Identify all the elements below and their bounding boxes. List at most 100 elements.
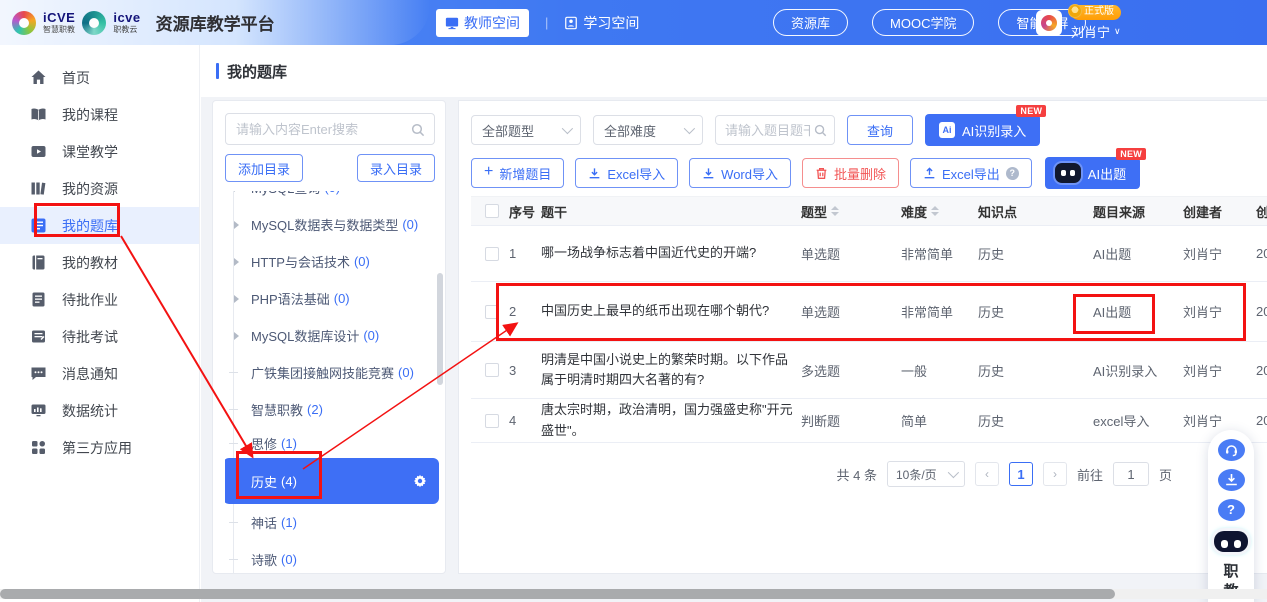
exam-icon — [30, 328, 47, 345]
username[interactable]: 刘肖宁 ∨ — [1071, 22, 1121, 41]
tree-item-mysql-query[interactable]: MySQL查询(0) — [225, 191, 439, 206]
tree-scrollbar-thumb[interactable] — [437, 273, 443, 385]
sidebar-item-my-resources[interactable]: 我的资源 — [0, 170, 199, 207]
caret-right-icon — [234, 332, 239, 340]
sidebar-item-data-statistics[interactable]: 数据统计 — [0, 392, 199, 429]
icve-zhijiaoyun-logo-icon — [82, 11, 106, 35]
sidebar-item-notifications[interactable]: 消息通知 — [0, 355, 199, 392]
library-books-icon — [30, 180, 47, 197]
horizontal-scrollbar — [0, 589, 1267, 599]
tree-dash-icon — [229, 443, 238, 444]
col-creator: 创建者 — [1183, 202, 1256, 221]
user-avatar[interactable] — [1036, 10, 1062, 36]
sidebar-item-third-party-apps[interactable]: 第三方应用 — [0, 429, 199, 466]
home-icon — [30, 69, 47, 86]
sort-icon[interactable] — [931, 206, 939, 216]
tree-item-sixiu[interactable]: 思修(1) — [225, 428, 439, 458]
customer-support-icon[interactable] — [1218, 439, 1245, 461]
new-badge: NEW — [1116, 148, 1146, 160]
row-checkbox[interactable] — [485, 363, 499, 377]
tab-learning-space[interactable]: 学习空间 — [564, 13, 639, 33]
teacher-space-icon — [445, 16, 459, 30]
sidebar-item-home[interactable]: 首页 — [0, 59, 199, 96]
nav-resource-library-button[interactable]: 资源库 — [773, 9, 848, 36]
tree-item-zhihuizhijiao[interactable]: 智慧职教(2) — [225, 391, 439, 428]
tree-dash-icon — [229, 372, 238, 373]
word-import-button[interactable]: Word导入 — [689, 158, 791, 188]
tree-item-history-selected[interactable]: 历史(4) — [225, 458, 439, 504]
title-accent-bar — [216, 63, 219, 79]
sidebar-item-my-textbooks[interactable]: 我的教材 — [0, 244, 199, 281]
help-icon[interactable]: ? — [1218, 499, 1245, 521]
sidebar-item-question-bank[interactable]: 我的题库 — [0, 207, 199, 244]
tab-teacher-space[interactable]: 教师空间 — [436, 9, 529, 37]
horizontal-scrollbar-thumb[interactable] — [0, 589, 1115, 599]
caret-right-icon — [234, 258, 239, 266]
directory-search-input[interactable] — [226, 114, 434, 144]
goto-page-input[interactable] — [1113, 462, 1149, 486]
nav-mooc-button[interactable]: MOOC学院 — [872, 9, 974, 36]
floating-dock: ? 职教 — [1208, 430, 1254, 602]
main-content: 我的题库 添加目录 录入目录 MySQL查询(0) MySQL数据表与数据类型(… — [201, 45, 1267, 602]
row-checkbox[interactable] — [485, 247, 499, 261]
page-unit-label: 页 — [1159, 465, 1172, 484]
next-page-button[interactable]: › — [1043, 462, 1067, 486]
add-question-button[interactable]: +新增题目 — [471, 158, 564, 188]
download-center-icon[interactable] — [1218, 469, 1245, 491]
tree-item-guangtie-contest[interactable]: 广铁集团接触网技能竞赛(0) — [225, 354, 439, 391]
ai-chip-icon: Ai — [939, 122, 955, 138]
row-checkbox[interactable] — [485, 414, 499, 428]
open-book-icon — [30, 106, 47, 123]
ai-recognize-entry-button[interactable]: Ai AI识别录入 NEW — [925, 114, 1040, 146]
tree-item-http-session[interactable]: HTTP与会话技术(0) — [225, 243, 439, 280]
table-row[interactable]: 1 哪一场战争标志着中国近代史的开端? 单选题 非常简单 历史 AI出题 刘肖宁… — [471, 226, 1267, 282]
select-all-checkbox[interactable] — [485, 204, 499, 218]
tree-item-mysql-tables[interactable]: MySQL数据表与数据类型(0) — [225, 206, 439, 243]
add-directory-button[interactable]: 添加目录 — [225, 154, 303, 182]
tree-item-shige[interactable]: 诗歌(0) — [225, 541, 439, 573]
question-type-select[interactable]: 全部题型 — [471, 115, 581, 145]
tree-item-shenhua[interactable]: 神话(1) — [225, 504, 439, 541]
col-created-clipped: 创 — [1256, 202, 1267, 221]
gear-icon[interactable] — [413, 474, 427, 488]
sort-icon[interactable] — [831, 206, 839, 216]
directory-panel: 添加目录 录入目录 MySQL查询(0) MySQL数据表与数据类型(0) HT… — [212, 100, 446, 574]
entry-directory-button[interactable]: 录入目录 — [357, 154, 435, 182]
prev-page-button[interactable]: ‹ — [975, 462, 999, 486]
sidebar-item-pending-homework[interactable]: 待批作业 — [0, 281, 199, 318]
sidebar-item-pending-exams[interactable]: 待批考试 — [0, 318, 199, 355]
col-difficulty[interactable]: 难度 — [901, 202, 978, 221]
download-icon — [588, 167, 601, 180]
robot-assistant-icon[interactable] — [1214, 531, 1248, 552]
col-type[interactable]: 题型 — [801, 202, 901, 221]
version-badge: 正式版 — [1071, 5, 1121, 20]
table-row[interactable]: 3 明清是中国小说史上的繁荣时期。以下作品属于明清时期四大名著的有? 多选题 一… — [471, 342, 1267, 399]
sidebar-item-my-courses[interactable]: 我的课程 — [0, 96, 199, 133]
space-tabs: 教师空间 | 学习空间 — [436, 0, 639, 45]
batch-delete-button[interactable]: 批量删除 — [802, 158, 899, 188]
page-size-select[interactable]: 10条/页 — [887, 461, 965, 487]
upload-icon — [923, 167, 936, 180]
header-user-area[interactable]: 正式版 刘肖宁 ∨ — [1036, 0, 1121, 45]
question-text: 明清是中国小说史上的繁荣时期。以下作品属于明清时期四大名著的有? — [541, 350, 801, 390]
question-list-panel: 全部题型 全部难度 查询 Ai AI识别录入 NEW +新增题目 — [458, 100, 1267, 574]
logo2-sub: 职教云 — [113, 26, 140, 34]
excel-import-button[interactable]: Excel导入 — [575, 158, 678, 188]
excel-export-button[interactable]: Excel导出 ? — [910, 158, 1032, 188]
table-row-highlighted[interactable]: 2 中国历史上最早的纸币出现在哪个朝代? 单选题 非常简单 历史 AI出题 刘肖… — [471, 282, 1267, 342]
app-window: iCVE 智慧职教 icve 职教云 资源库教学平台 教师空间 | 学习空间 资… — [0, 0, 1267, 602]
current-page-button[interactable]: 1 — [1009, 462, 1033, 486]
tree-item-php-basics[interactable]: PHP语法基础(0) — [225, 280, 439, 317]
ai-generate-button[interactable]: AI出题 NEW — [1045, 157, 1140, 189]
play-video-icon — [30, 143, 47, 160]
new-badge: NEW — [1016, 105, 1046, 117]
sidebar-item-classroom-teaching[interactable]: 课堂教学 — [0, 133, 199, 170]
help-icon[interactable]: ? — [1006, 167, 1019, 180]
search-icon — [814, 124, 827, 137]
table-row[interactable]: 4 唐太宗时期，政治清明，国力强盛史称"开元盛世"。 判断题 简单 历史 exc… — [471, 399, 1267, 443]
row-checkbox[interactable] — [485, 305, 499, 319]
tree-item-mysql-design[interactable]: MySQL数据库设计(0) — [225, 317, 439, 354]
difficulty-select[interactable]: 全部难度 — [593, 115, 703, 145]
logo2-brand: icve — [113, 11, 140, 24]
query-button[interactable]: 查询 — [847, 115, 913, 145]
